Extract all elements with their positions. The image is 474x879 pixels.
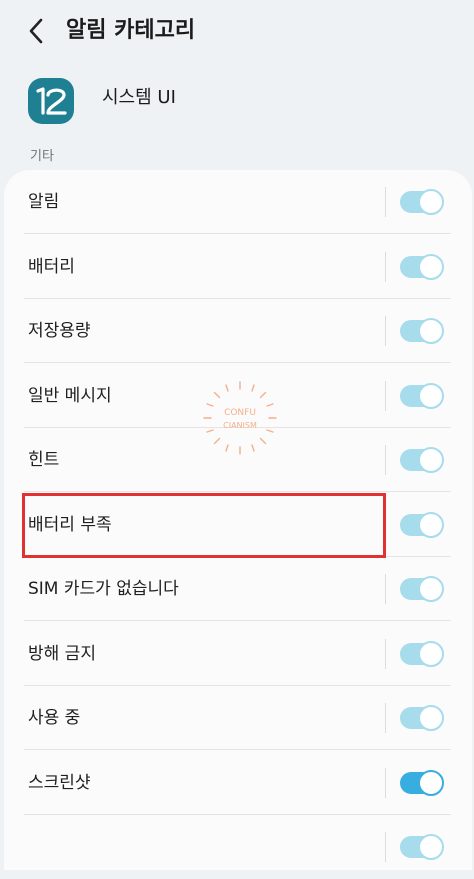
divider [385, 445, 386, 475]
top-bar: 알림 카테고리 [0, 0, 474, 62]
highlight-box [22, 493, 386, 558]
item-label: 배터리 [28, 257, 75, 277]
list-item[interactable]: 힌트 [4, 428, 472, 492]
row-divider [24, 491, 451, 492]
list-item[interactable]: 배터리 [4, 235, 472, 299]
toggle-switch[interactable] [400, 189, 444, 215]
back-button[interactable] [22, 17, 50, 45]
row-divider [24, 749, 451, 750]
toggle-switch[interactable] [400, 576, 444, 602]
list-item[interactable]: SIM 카드가 없습니다 [4, 557, 472, 621]
list-item[interactable]: 알림 [4, 170, 472, 234]
list-item[interactable]: 저장용량 [4, 299, 472, 363]
item-label: 스크린샷 [28, 773, 91, 793]
divider [385, 703, 386, 733]
item-label: 사용 중 [28, 708, 81, 728]
toggle-knob [418, 318, 444, 344]
app-info-row[interactable]: 시스템 UI [0, 70, 474, 130]
toggle-switch[interactable] [400, 641, 444, 667]
divider [385, 832, 386, 862]
toggle-switch[interactable] [400, 770, 444, 796]
list-item[interactable]: 일반 메시지 [4, 364, 472, 428]
toggle-knob [418, 447, 444, 473]
item-label: SIM 카드가 없습니다 [28, 579, 179, 599]
item-label: 힌트 [28, 450, 60, 470]
divider [385, 768, 386, 798]
divider [385, 316, 386, 346]
section-label: 기타 [30, 149, 54, 164]
toggle-knob [418, 576, 444, 602]
item-label: 방해 금지 [28, 644, 96, 664]
toggle-switch[interactable] [400, 383, 444, 409]
list-item[interactable]: 방해 금지 [4, 622, 472, 686]
row-divider [24, 233, 451, 234]
item-label: 저장용량 [28, 321, 91, 341]
toggle-switch[interactable] [400, 705, 444, 731]
divider [385, 639, 386, 669]
row-divider [24, 620, 451, 621]
toggle-knob [418, 705, 444, 731]
divider [385, 252, 386, 282]
toggle-switch[interactable] [400, 447, 444, 473]
app-logo-12-icon [36, 87, 67, 115]
toggle-knob [418, 254, 444, 280]
list-item-partial[interactable] [4, 815, 472, 879]
item-label: 알림 [28, 192, 60, 212]
toggle-switch[interactable] [400, 254, 444, 280]
toggle-switch[interactable] [400, 512, 444, 538]
list-item[interactable]: 사용 중 [4, 686, 472, 750]
page-title: 알림 카테고리 [66, 18, 196, 43]
toggle-switch[interactable] [400, 834, 444, 860]
toggle-knob [418, 834, 444, 860]
list-item[interactable]: 스크린샷 [4, 751, 472, 815]
chevron-left-icon [29, 18, 43, 44]
app-name: 시스템 UI [102, 87, 176, 108]
divider [385, 574, 386, 604]
item-label: 일반 메시지 [28, 386, 112, 406]
toggle-knob [418, 383, 444, 409]
divider [385, 187, 386, 217]
toggle-knob [418, 770, 444, 796]
toggle-knob [418, 189, 444, 215]
app-icon [28, 78, 74, 124]
toggle-switch[interactable] [400, 318, 444, 344]
toggle-knob [418, 512, 444, 538]
row-divider [24, 362, 451, 363]
divider [385, 381, 386, 411]
toggle-knob [418, 641, 444, 667]
